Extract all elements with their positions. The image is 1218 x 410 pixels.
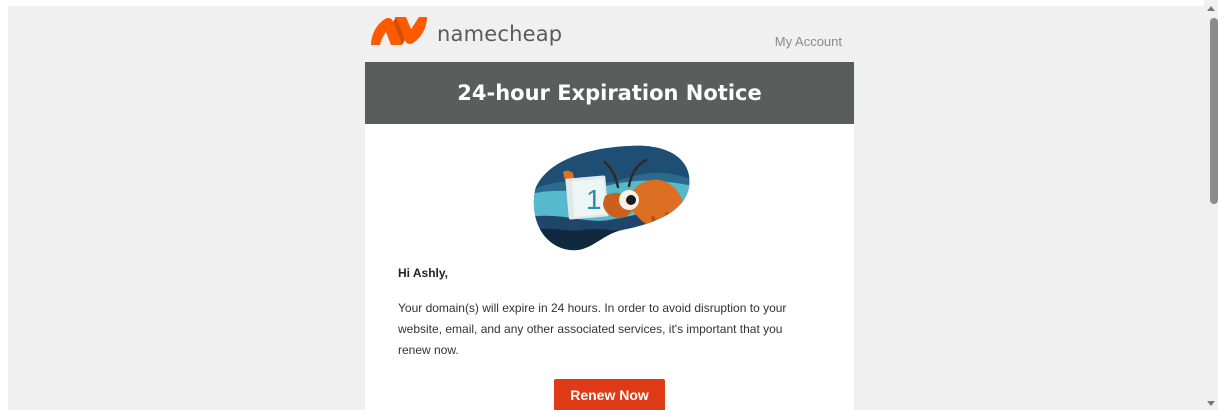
email-page: namecheap My Account 24-hour Expiration … [0, 0, 1218, 410]
hero: 1 [398, 142, 821, 252]
email-container: namecheap My Account 24-hour Expiration … [365, 6, 854, 410]
body-text: Your domain(s) will expire in 24 hours. … [398, 301, 787, 357]
my-account-link[interactable]: My Account [775, 34, 842, 49]
hero-card-number: 1 [586, 184, 602, 215]
scrollbar-thumb[interactable] [1210, 18, 1218, 204]
greeting: Hi Ashly, [398, 266, 449, 280]
scroll-up-icon[interactable] [1207, 6, 1215, 11]
namecheap-logo-icon [369, 14, 429, 53]
scroll-down-icon[interactable] [1207, 401, 1215, 406]
renew-now-button[interactable]: Renew Now [554, 379, 665, 410]
vertical-scrollbar[interactable] [1204, 0, 1218, 410]
brand-row: namecheap My Account [365, 6, 854, 62]
left-strip [0, 0, 8, 410]
renew-wrap: Renew Now [398, 379, 821, 410]
ant-mascot-illustration: 1 [533, 145, 689, 251]
brand-name: namecheap [437, 21, 563, 46]
message-card: 1 Hi Ashly, Your domain(s) will expire i… [365, 124, 854, 410]
logo[interactable]: namecheap [369, 14, 562, 53]
expiration-banner: 24-hour Expiration Notice [365, 62, 854, 124]
